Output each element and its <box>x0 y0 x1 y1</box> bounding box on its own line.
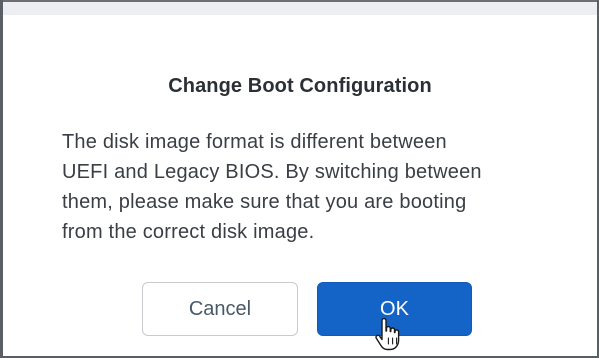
dialog-message: The disk image format is different betwe… <box>62 127 562 247</box>
dialog-title: Change Boot Configuration <box>168 75 432 97</box>
cancel-button[interactable]: Cancel <box>142 282 298 336</box>
change-boot-configuration-dialog: Change Boot Configuration The disk image… <box>14 15 584 345</box>
hand-pointer-icon <box>375 318 400 351</box>
dialog-message-line-1: The disk image format is different betwe… <box>62 131 447 153</box>
screenshot-frame: Change Boot Configuration The disk image… <box>0 0 599 358</box>
frame-border-left <box>0 0 3 358</box>
dialog-message-line-3: them, please make sure that you are boot… <box>62 191 467 213</box>
frame-border-top <box>0 0 599 2</box>
dialog-message-line-2: UEFI and Legacy BIOS. By switching betwe… <box>62 161 482 183</box>
dialog-message-line-4: from the correct disk image. <box>62 221 315 243</box>
window-top-strip <box>0 0 599 15</box>
